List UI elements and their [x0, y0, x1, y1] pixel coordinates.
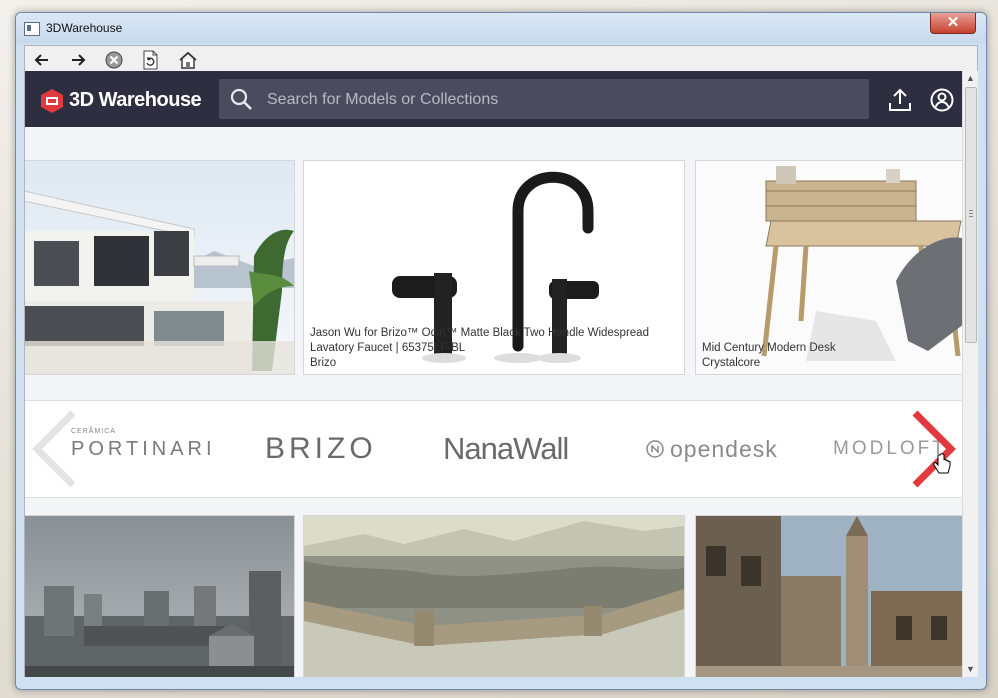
castle-ruins-render: [25, 516, 294, 677]
site-header: 3D Warehouse: [25, 71, 963, 127]
model-title: Jason Wu for Brizo™ Odin™ Matte Black Tw…: [310, 327, 649, 339]
model-card[interactable]: [695, 515, 963, 677]
chevron-left-icon[interactable]: [29, 409, 77, 489]
vertical-scrollbar[interactable]: ▲ ▼: [962, 71, 978, 677]
logo-text: 3D Warehouse: [69, 88, 202, 111]
page-refresh-icon[interactable]: [139, 49, 161, 71]
grip-line: [969, 216, 973, 217]
model-caption: Jason Wu for Brizo™ Odin™ Matte Black Tw…: [310, 326, 649, 371]
opendesk-logo-icon: [646, 440, 664, 458]
home-icon[interactable]: [177, 49, 199, 71]
grip-line: [969, 213, 973, 214]
search-icon: [230, 88, 252, 110]
scroll-down-arrow-icon[interactable]: ▼: [963, 662, 978, 677]
modern-villa-render: [25, 161, 294, 374]
model-author: Crystalcore: [702, 357, 761, 369]
model-title-line-2: Lavatory Faucet | 65375LF-BL: [310, 342, 466, 354]
window-title: 3DWarehouse: [46, 21, 123, 35]
brand-name: PORTINARI: [71, 437, 216, 460]
hand-cursor-icon: [933, 453, 951, 474]
brand-name: NanaWall: [443, 431, 569, 466]
browser-toolbar: [24, 45, 978, 74]
brand-brizo[interactable]: BRIZO: [265, 401, 377, 497]
brand-portinari[interactable]: CERÂMICA PORTINARI: [71, 401, 216, 497]
brand-nanawall[interactable]: NanaWall: [443, 401, 569, 497]
page-viewport: 3D Warehouse Search for Models or Collec…: [24, 71, 963, 677]
search-bar[interactable]: [219, 79, 869, 121]
model-caption: Mid Century Modern Desk Crystalcore: [702, 341, 836, 371]
scrollbar-thumb[interactable]: [965, 87, 977, 343]
brand-name: BRIZO: [265, 432, 377, 465]
stop-icon[interactable]: [103, 49, 125, 71]
brand-opendesk[interactable]: opendesk: [645, 401, 778, 497]
brand-carousel: CERÂMICA PORTINARI BRIZO NanaWall opende…: [25, 400, 963, 498]
model-author: Brizo: [310, 357, 337, 369]
chevron-right-icon[interactable]: [911, 409, 959, 489]
brand-name: opendesk: [670, 435, 778, 462]
walled-city-render: [304, 516, 684, 677]
title-bar[interactable]: 3DWarehouse ✕: [16, 13, 986, 43]
arrow-left-icon[interactable]: [31, 49, 53, 71]
grip-line: [969, 210, 973, 211]
old-town-street-render: [696, 516, 963, 677]
warehouse-logo-icon: [39, 88, 65, 113]
arrow-right-icon[interactable]: [67, 49, 89, 71]
scroll-up-arrow-icon[interactable]: ▲: [963, 71, 978, 86]
app-window: 3DWarehouse ✕ 3D Warehouse Search for Mo…: [15, 12, 987, 690]
model-title: Mid Century Modern Desk: [702, 342, 836, 354]
search-input[interactable]: [265, 79, 859, 121]
window-icon: [24, 22, 40, 36]
model-card[interactable]: Mid Century Modern Desk Crystalcore: [695, 160, 963, 375]
close-button[interactable]: ✕: [930, 13, 976, 34]
user-icon[interactable]: [929, 87, 955, 113]
model-card[interactable]: [303, 515, 685, 677]
model-card[interactable]: [25, 515, 295, 677]
site-logo[interactable]: 3D Warehouse: [39, 85, 202, 115]
upload-icon[interactable]: [887, 87, 913, 113]
brand-subtitle: CERÂMICA: [71, 427, 116, 435]
model-card[interactable]: Jason Wu for Brizo™ Odin™ Matte Black Tw…: [303, 160, 685, 375]
model-card[interactable]: [25, 160, 295, 375]
